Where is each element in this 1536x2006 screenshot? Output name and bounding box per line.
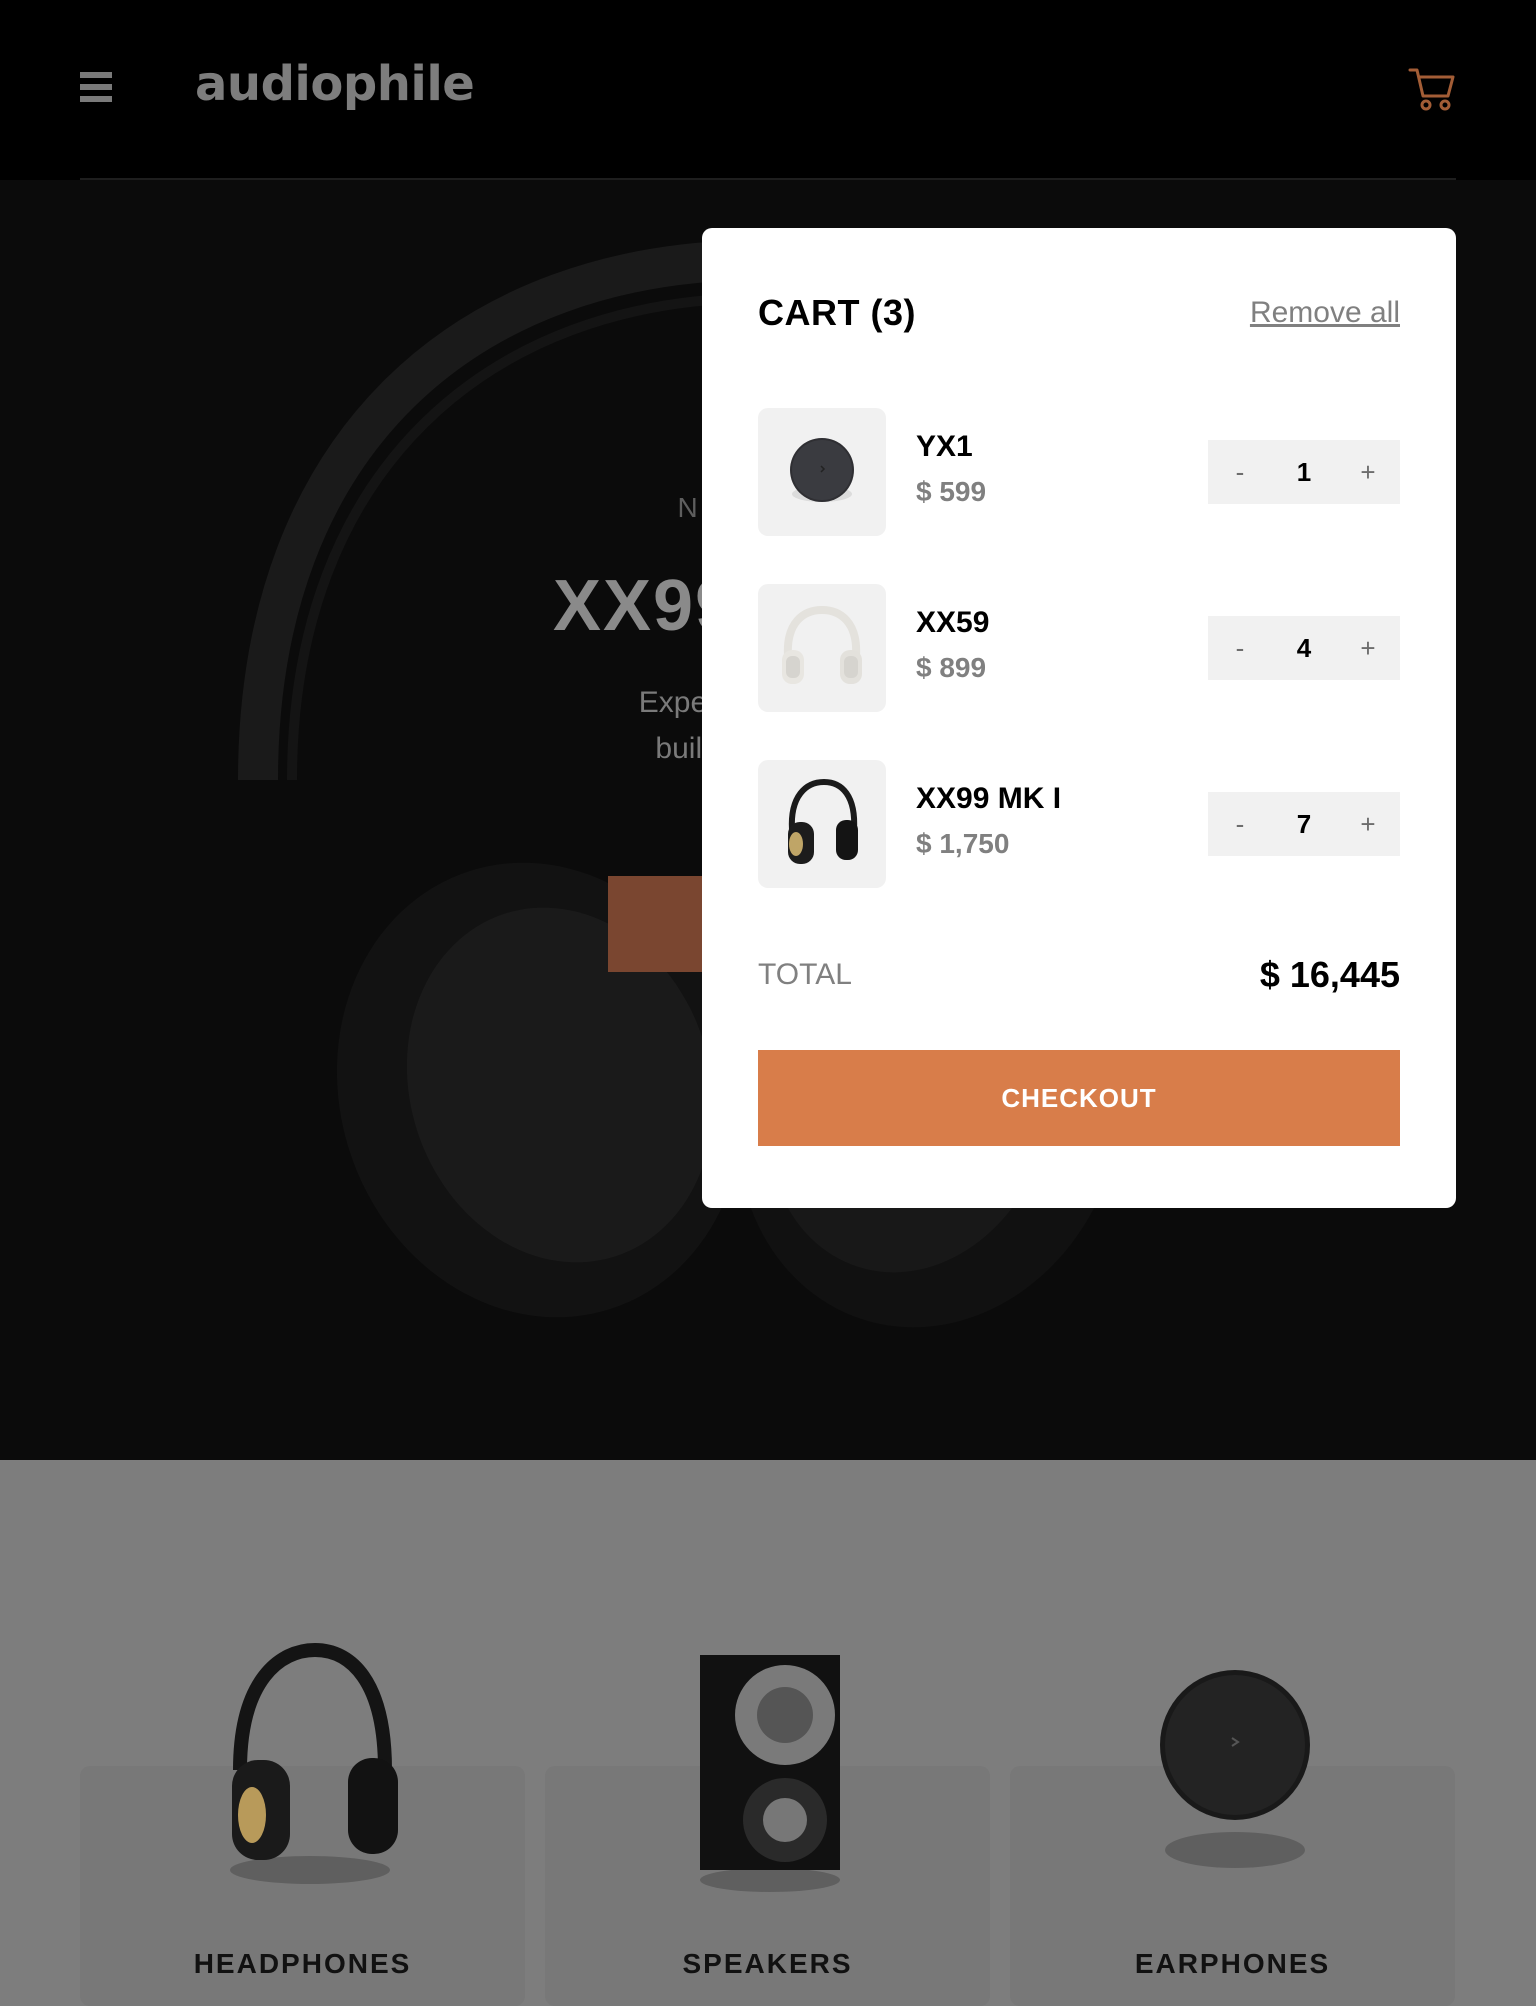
quantity-value: 1 bbox=[1296, 457, 1312, 487]
site-header: audiophile bbox=[0, 0, 1536, 180]
cart-item: YX1 $ 599 - 1 + bbox=[758, 408, 1400, 536]
cart-icon[interactable] bbox=[1408, 66, 1456, 112]
quantity-stepper: - 4 + bbox=[1208, 616, 1400, 680]
earphones-category-image bbox=[1160, 1670, 1310, 1868]
quantity-stepper: - 7 + bbox=[1208, 792, 1400, 856]
cart-item: XX99 MK I $ 1,750 - 7 + bbox=[758, 760, 1400, 888]
cart-modal: CART (3) Remove all YX1 $ 599 - 1 + XX59… bbox=[702, 228, 1456, 1208]
decrement-button[interactable]: - bbox=[1208, 440, 1272, 504]
quantity-value: 7 bbox=[1296, 809, 1312, 839]
increment-button[interactable]: + bbox=[1336, 440, 1400, 504]
cart-item-price: $ 899 bbox=[916, 652, 987, 683]
logo[interactable]: audiophile bbox=[195, 56, 475, 112]
hamburger-menu-icon[interactable] bbox=[80, 72, 112, 102]
decrement-button[interactable]: - bbox=[1208, 616, 1272, 680]
earphones-icon bbox=[790, 438, 854, 502]
remove-all-link[interactable]: Remove all bbox=[1250, 296, 1400, 330]
category-label: HEADPHONES bbox=[193, 1948, 412, 1979]
headphones-black-icon bbox=[788, 778, 858, 864]
cart-item-price: $ 1,750 bbox=[916, 828, 1010, 859]
quantity-value: 4 bbox=[1296, 633, 1312, 663]
increment-button[interactable]: + bbox=[1336, 616, 1400, 680]
category-label: SPEAKERS bbox=[682, 1948, 853, 1979]
headphones-white-icon bbox=[782, 605, 862, 684]
headphones-category-image bbox=[230, 1642, 398, 1884]
total-label: TOTAL bbox=[758, 958, 852, 991]
quantity-stepper: - 1 + bbox=[1208, 440, 1400, 504]
cart-item-price: $ 599 bbox=[916, 476, 987, 507]
cart-item-name: YX1 bbox=[916, 430, 973, 463]
speaker-category-image bbox=[700, 1655, 840, 1892]
cart-title: CART (3) bbox=[758, 292, 916, 333]
cart-item: XX59 $ 899 - 4 + bbox=[758, 584, 1400, 712]
cart-item-name: XX59 bbox=[916, 606, 990, 639]
cart-item-thumbnail bbox=[758, 760, 886, 888]
checkout-button[interactable]: CHECKOUT bbox=[758, 1050, 1400, 1146]
increment-button[interactable]: + bbox=[1336, 792, 1400, 856]
total-value: $ 16,445 bbox=[1259, 954, 1400, 995]
category-label: EARPHONES bbox=[1134, 1948, 1331, 1979]
cart-item-thumbnail bbox=[758, 584, 886, 712]
cart-item-name: XX99 MK I bbox=[916, 782, 1062, 815]
decrement-button[interactable]: - bbox=[1208, 792, 1272, 856]
cart-item-thumbnail bbox=[758, 408, 886, 536]
category-section: HEADPHONES SPEAKERS EARPHONES bbox=[0, 1460, 1536, 2006]
